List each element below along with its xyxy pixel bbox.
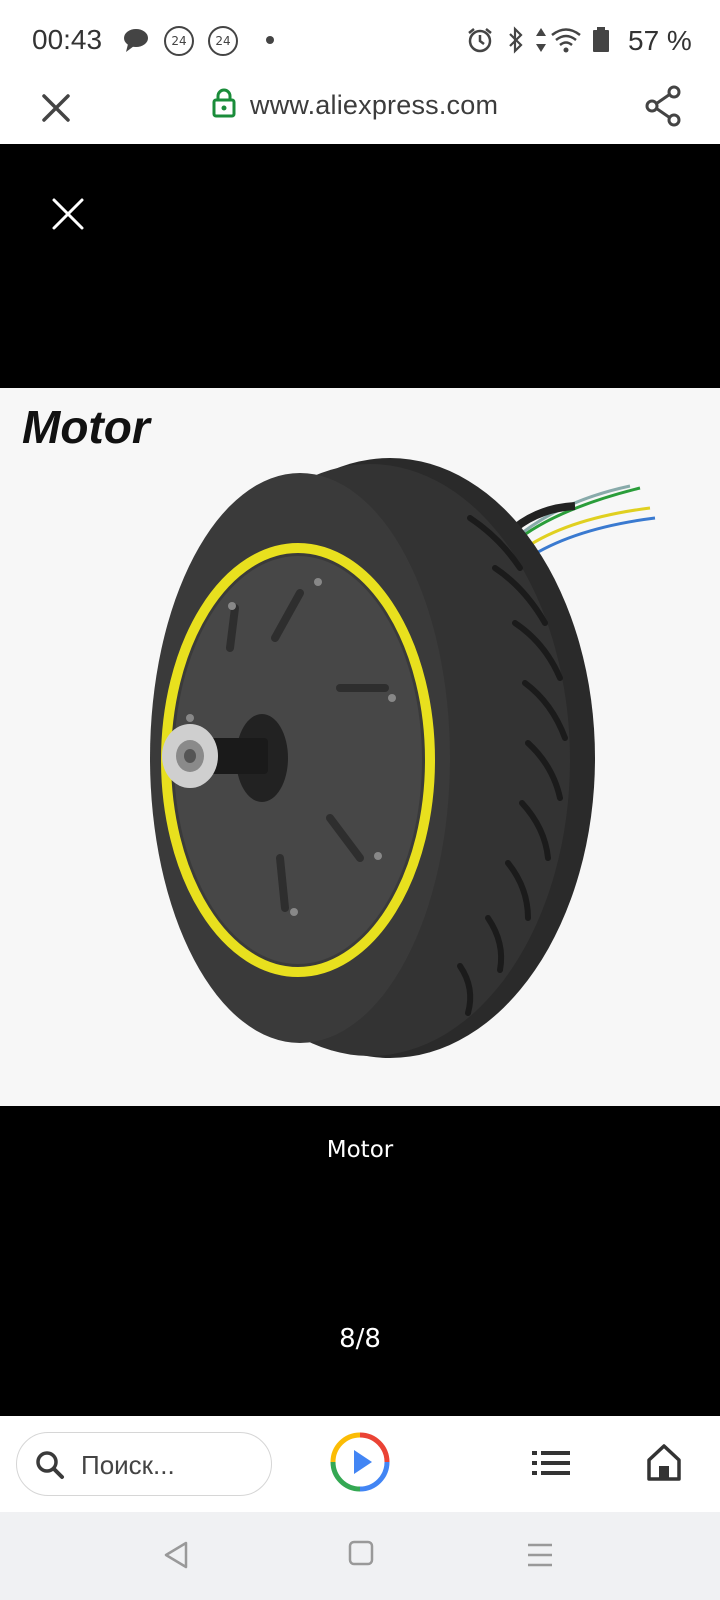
recent-apps-icon[interactable]	[526, 1542, 554, 1568]
system-nav-bar	[0, 1512, 720, 1600]
search-icon	[36, 1451, 64, 1479]
home-icon[interactable]	[646, 1442, 682, 1482]
wifi-icon	[551, 28, 581, 53]
motor-wheel-illustration	[150, 458, 656, 1058]
image-viewer[interactable]: Motor Motor 8/8	[0, 144, 720, 1416]
back-icon[interactable]	[162, 1540, 190, 1570]
notification-badge-icon: 24	[164, 26, 194, 56]
browser-url-bar: www.aliexpress.com	[0, 80, 720, 144]
close-icon[interactable]	[36, 88, 76, 128]
image-caption: Motor	[326, 1137, 394, 1163]
search-input[interactable]: Поиск...	[16, 1432, 272, 1496]
bluetooth-icon	[509, 26, 523, 54]
more-notifications-dot	[266, 36, 274, 44]
play-icon[interactable]	[330, 1432, 390, 1492]
share-icon[interactable]	[644, 84, 684, 128]
product-image[interactable]: Motor	[0, 388, 720, 1106]
image-title: Motor	[22, 401, 150, 453]
notification-badge-icon: 24	[208, 26, 238, 56]
data-arrows-icon	[536, 28, 546, 52]
status-time: 00:43	[32, 24, 103, 55]
battery-icon	[593, 27, 609, 52]
search-placeholder: Поиск...	[81, 1450, 175, 1480]
battery-percent: 57 %	[628, 25, 692, 56]
chat-bubble-icon	[124, 29, 148, 52]
browser-toolbar: Поиск...	[0, 1416, 720, 1512]
image-counter: 8/8	[339, 1324, 381, 1354]
status-bar: 00:43 24 24 57 %	[0, 0, 720, 80]
lock-icon	[212, 88, 236, 118]
tabs-list-icon[interactable]	[532, 1450, 570, 1476]
alarm-icon	[468, 28, 492, 53]
url-text[interactable]: www.aliexpress.com	[250, 90, 498, 121]
home-square-icon[interactable]	[348, 1540, 374, 1566]
close-icon[interactable]	[50, 196, 86, 232]
